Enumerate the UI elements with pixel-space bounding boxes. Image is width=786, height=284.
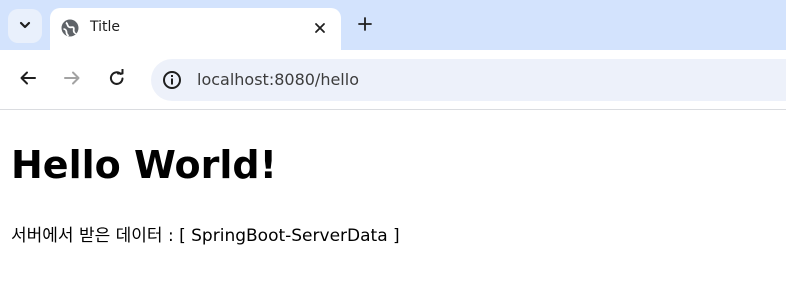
chevron-down-icon bbox=[18, 17, 32, 36]
reload-icon bbox=[108, 68, 126, 91]
tab-search-button[interactable] bbox=[8, 9, 42, 43]
back-button[interactable] bbox=[13, 65, 43, 95]
forward-arrow-icon bbox=[63, 69, 81, 91]
info-icon[interactable] bbox=[161, 69, 183, 91]
server-data-value: [ SpringBoot-ServerData ] bbox=[179, 226, 400, 246]
address-bar[interactable]: localhost:8080/hello bbox=[151, 59, 786, 101]
server-data-label: 서버에서 받은 데이터 : bbox=[11, 226, 180, 246]
close-icon[interactable] bbox=[308, 16, 332, 40]
forward-button[interactable] bbox=[57, 65, 87, 95]
back-arrow-icon bbox=[19, 69, 37, 91]
page-heading: Hello World! bbox=[11, 143, 277, 187]
server-data-message: 서버에서 받은 데이터 : [ SpringBoot-ServerData ] bbox=[11, 221, 400, 246]
new-tab-button[interactable] bbox=[352, 13, 378, 39]
reload-button[interactable] bbox=[102, 65, 132, 95]
plus-icon bbox=[357, 16, 373, 36]
browser-toolbar: localhost:8080/hello bbox=[0, 50, 786, 110]
globe-icon bbox=[60, 18, 80, 38]
url-text[interactable]: localhost:8080/hello bbox=[197, 70, 359, 89]
browser-tab[interactable]: Title bbox=[50, 8, 341, 50]
tab-title: Title bbox=[90, 19, 121, 35]
tab-strip: Title bbox=[0, 0, 786, 50]
